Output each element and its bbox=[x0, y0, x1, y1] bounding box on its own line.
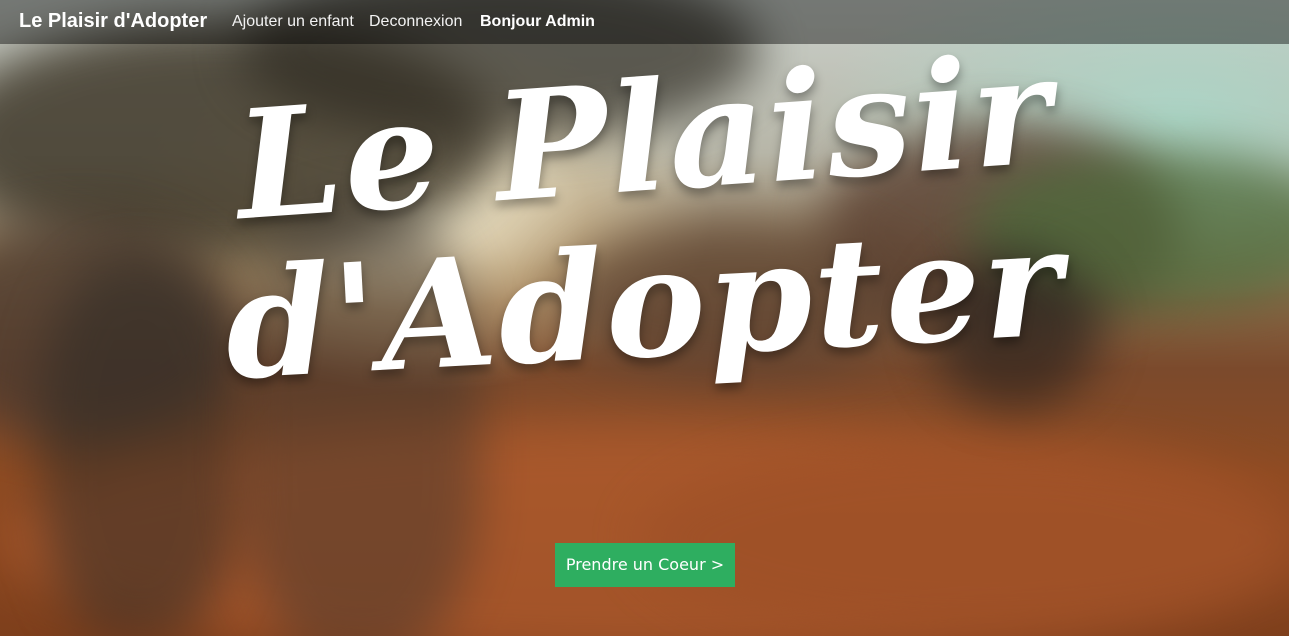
brand-link[interactable]: Le Plaisir d'Adopter bbox=[19, 9, 207, 33]
take-heart-button[interactable]: Prendre un Coeur > bbox=[555, 543, 735, 587]
nav-add-child-link[interactable]: Ajouter un enfant bbox=[232, 12, 354, 32]
top-navbar: Le Plaisir d'Adopter Ajouter un enfant D… bbox=[0, 0, 1289, 44]
nav-logout-link[interactable]: Deconnexion bbox=[369, 12, 462, 32]
hero-title: Le Plaisir d'Adopter bbox=[0, 22, 1289, 414]
user-greeting: Bonjour Admin bbox=[480, 13, 595, 30]
